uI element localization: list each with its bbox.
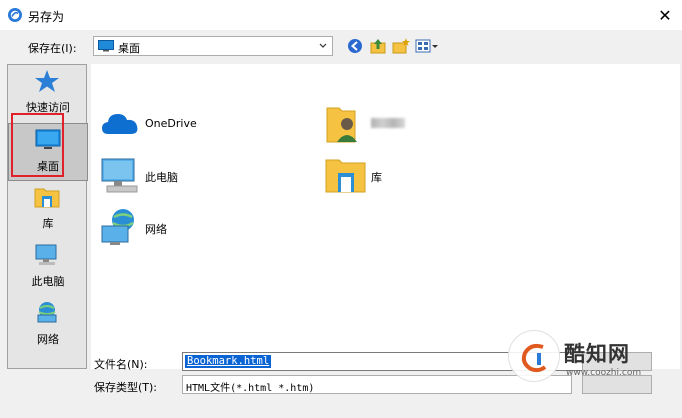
view-menu-button[interactable] <box>415 37 439 55</box>
back-button[interactable] <box>346 37 364 55</box>
place-label: 库 <box>42 217 54 230</box>
library-folder-icon <box>325 159 366 193</box>
file-name-label: 文件名(N): <box>94 358 148 371</box>
star-icon <box>35 70 59 92</box>
library-folder-icon <box>34 188 60 208</box>
watermark: 酷知网 www.coozhi.com <box>508 330 678 388</box>
browser-app-icon <box>8 8 22 22</box>
desktop-icon <box>98 40 114 52</box>
list-item-library[interactable]: 库 <box>325 156 485 196</box>
up-folder-button[interactable] <box>369 37 387 55</box>
onedrive-cloud-icon <box>102 114 138 134</box>
user-folder-icon <box>326 107 357 143</box>
place-library[interactable]: 库 <box>8 181 88 239</box>
blurred-user-name <box>371 118 405 128</box>
place-label: 网络 <box>37 333 59 346</box>
file-name: 此电脑 <box>145 171 178 184</box>
place-desktop[interactable]: 桌面 <box>8 123 88 181</box>
file-list[interactable]: OneDrive 此电脑 库 网络 <box>91 64 680 369</box>
save-in-label: 保存在(I): <box>28 42 77 55</box>
file-name: 网络 <box>145 223 167 236</box>
save-type-label: 保存类型(T): <box>94 381 158 394</box>
save-in-dropdown[interactable]: 桌面 <box>93 36 333 56</box>
network-icon <box>101 209 134 245</box>
title-bar: 另存为 ✕ <box>0 0 682 30</box>
file-name: OneDrive <box>145 117 197 130</box>
file-name-value: Bookmark.html <box>185 355 272 368</box>
save-in-value: 桌面 <box>118 42 140 55</box>
place-quick-access[interactable]: 快速访问 <box>8 65 88 123</box>
watermark-logo <box>508 330 560 382</box>
close-button[interactable]: ✕ <box>648 0 682 30</box>
chevron-down-icon <box>319 43 327 48</box>
watermark-title: 酷知网 <box>564 342 630 366</box>
place-network[interactable]: 网络 <box>8 297 88 355</box>
place-this-pc[interactable]: 此电脑 <box>8 239 88 297</box>
list-item-onedrive[interactable]: OneDrive <box>99 104 259 144</box>
watermark-url: www.coozhi.com <box>566 368 642 378</box>
place-label: 快速访问 <box>26 101 70 114</box>
computer-icon <box>101 158 138 193</box>
computer-icon <box>35 244 57 265</box>
toolbar <box>346 37 439 55</box>
save-type-value: HTML文件(*.html *.htm) <box>186 383 315 394</box>
list-item-network[interactable]: 网络 <box>99 208 259 248</box>
window-title: 另存为 <box>28 10 65 24</box>
place-label: 桌面 <box>37 160 59 173</box>
list-item-this-pc[interactable]: 此电脑 <box>99 156 259 196</box>
close-icon: ✕ <box>658 5 672 25</box>
new-folder-button[interactable] <box>392 37 410 55</box>
places-bar: 快速访问 桌面 库 此电脑 网络 <box>7 64 88 369</box>
network-icon <box>37 302 57 323</box>
list-item-user-folder[interactable] <box>325 104 485 144</box>
desktop-icon <box>35 129 61 149</box>
watermark-logo-icon <box>521 343 547 373</box>
place-label: 此电脑 <box>31 275 65 288</box>
file-name: 库 <box>371 171 382 184</box>
